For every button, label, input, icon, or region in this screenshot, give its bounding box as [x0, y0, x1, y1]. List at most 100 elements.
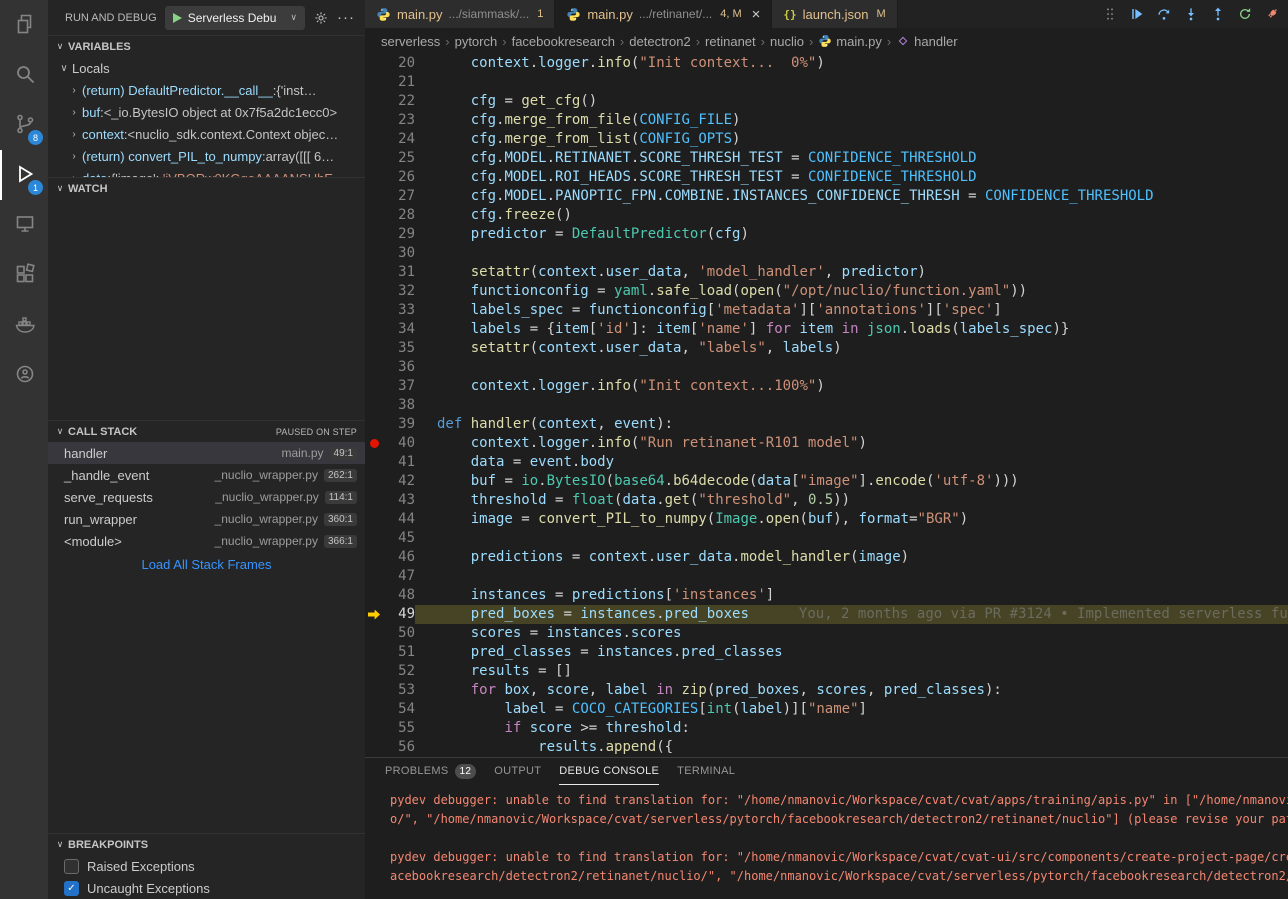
line-content[interactable]: label = COCO_CATEGORIES[int(label)]["nam…: [415, 700, 1288, 719]
tab-main.py[interactable]: main.py.../siammask/...1: [365, 0, 555, 28]
gutter-glyph-margin[interactable]: [365, 73, 383, 92]
gutter-glyph-margin[interactable]: [365, 491, 383, 510]
code-line[interactable]: 37 context.logger.info("Init context...1…: [365, 377, 1288, 396]
gutter-glyph-margin[interactable]: [365, 149, 383, 168]
code-line[interactable]: 32 functionconfig = yaml.safe_load(open(…: [365, 282, 1288, 301]
code-line[interactable]: 46 predictions = context.user_data.model…: [365, 548, 1288, 567]
breadcrumb-item-detectron2[interactable]: detectron2: [629, 34, 690, 49]
code-line[interactable]: 35 setattr(context.user_data, "labels", …: [365, 339, 1288, 358]
line-content[interactable]: instances = predictions['instances']: [415, 586, 1288, 605]
code-line[interactable]: 28 cfg.freeze(): [365, 206, 1288, 225]
tab-launch.json[interactable]: {}launch.jsonM: [772, 0, 897, 28]
activity-docker[interactable]: [0, 300, 48, 350]
stack-frame[interactable]: <module>_nuclio_wrapper.py366:1: [48, 530, 365, 552]
breadcrumb-item-nuclio[interactable]: nuclio: [770, 34, 804, 49]
gutter-glyph-margin[interactable]: [365, 358, 383, 377]
code-line[interactable]: 49 pred_boxes = instances.pred_boxesYou,…: [365, 605, 1288, 624]
activity-search[interactable]: [0, 50, 48, 100]
code-line[interactable]: 55 if score >= threshold:: [365, 719, 1288, 738]
variables-scope-locals[interactable]: ∨Locals: [48, 57, 365, 79]
checkbox[interactable]: ✓: [64, 881, 79, 896]
gutter-glyph-margin[interactable]: [365, 567, 383, 586]
code-line[interactable]: 54 label = COCO_CATEGORIES[int(label)]["…: [365, 700, 1288, 719]
stack-frame[interactable]: serve_requests_nuclio_wrapper.py114:1: [48, 486, 365, 508]
variable-item[interactable]: ›context: <nuclio_sdk.context.Context ob…: [48, 123, 365, 145]
code-line[interactable]: 52 results = []: [365, 662, 1288, 681]
gutter-glyph-margin[interactable]: [365, 92, 383, 111]
activity-source-control[interactable]: 8: [0, 100, 48, 150]
variable-item[interactable]: ›(return) DefaultPredictor.__call__: {'i…: [48, 79, 365, 101]
checkbox[interactable]: [64, 859, 79, 874]
panel-tab-problems[interactable]: PROBLEMS12: [385, 758, 476, 785]
gutter-glyph-margin[interactable]: [365, 377, 383, 396]
panel-tab-debug-console[interactable]: DEBUG CONSOLE: [559, 758, 659, 785]
line-content[interactable]: setattr(context.user_data, 'model_handle…: [415, 263, 1288, 282]
code-line[interactable]: 20 context.logger.info("Init context... …: [365, 54, 1288, 73]
gutter-glyph-margin[interactable]: [365, 510, 383, 529]
line-content[interactable]: threshold = float(data.get("threshold", …: [415, 491, 1288, 510]
drag-handle-icon[interactable]: [1102, 6, 1118, 22]
code-line[interactable]: 29 predictor = DefaultPredictor(cfg): [365, 225, 1288, 244]
step-over-icon[interactable]: [1156, 6, 1172, 22]
code-line[interactable]: 38: [365, 396, 1288, 415]
gutter-glyph-margin[interactable]: [365, 320, 383, 339]
line-content[interactable]: buf = io.BytesIO(base64.b64decode(data["…: [415, 472, 1288, 491]
code-line[interactable]: 30: [365, 244, 1288, 263]
code-line[interactable]: 53 for box, score, label in zip(pred_box…: [365, 681, 1288, 700]
gutter-glyph-margin[interactable]: [365, 434, 383, 453]
load-all-stack-frames-link[interactable]: Load All Stack Frames: [48, 552, 365, 577]
gutter-glyph-margin[interactable]: [365, 168, 383, 187]
line-content[interactable]: results = []: [415, 662, 1288, 681]
line-content[interactable]: context.logger.info("Init context... 0%"…: [415, 54, 1288, 73]
line-content[interactable]: for box, score, label in zip(pred_boxes,…: [415, 681, 1288, 700]
gutter-glyph-margin[interactable]: [365, 244, 383, 263]
tab-main.py[interactable]: main.py.../retinanet/...4, M×: [555, 0, 772, 28]
code-line[interactable]: 36: [365, 358, 1288, 377]
gutter-glyph-margin[interactable]: [365, 681, 383, 700]
line-content[interactable]: data = event.body: [415, 453, 1288, 472]
gutter-glyph-margin[interactable]: [365, 396, 383, 415]
variable-item[interactable]: ›(return) convert_PIL_to_numpy: array([[…: [48, 145, 365, 167]
breakpoints-section-header[interactable]: ∨ BREAKPOINTS: [48, 833, 365, 855]
line-content[interactable]: predictions = context.user_data.model_ha…: [415, 548, 1288, 567]
code-line[interactable]: 43 threshold = float(data.get("threshold…: [365, 491, 1288, 510]
gutter-glyph-margin[interactable]: [365, 282, 383, 301]
line-content[interactable]: pred_boxes = instances.pred_boxesYou, 2 …: [415, 605, 1288, 624]
activity-explorer[interactable]: [0, 0, 48, 50]
activity-live-share[interactable]: [0, 350, 48, 400]
line-content[interactable]: context.logger.info("Run retinanet-R101 …: [415, 434, 1288, 453]
gutter-glyph-margin[interactable]: [365, 719, 383, 738]
code-line[interactable]: 23 cfg.merge_from_file(CONFIG_FILE): [365, 111, 1288, 130]
breadcrumb-item-facebookresearch[interactable]: facebookresearch: [512, 34, 615, 49]
gutter-glyph-margin[interactable]: [365, 586, 383, 605]
activity-remote-explorer[interactable]: [0, 200, 48, 250]
gutter-glyph-margin[interactable]: [365, 187, 383, 206]
code-line[interactable]: 26 cfg.MODEL.ROI_HEADS.SCORE_THRESH_TEST…: [365, 168, 1288, 187]
variables-section-header[interactable]: ∨ VARIABLES: [48, 35, 365, 57]
line-content[interactable]: image = convert_PIL_to_numpy(Image.open(…: [415, 510, 1288, 529]
code-line[interactable]: 56 results.append({: [365, 738, 1288, 757]
breadcrumb-item-serverless[interactable]: serverless: [381, 34, 440, 49]
breadcrumb-item-handler[interactable]: handler: [896, 34, 957, 49]
stack-frame[interactable]: handlermain.py49:1: [48, 442, 365, 464]
gutter-glyph-margin[interactable]: [365, 415, 383, 434]
code-line[interactable]: 34 labels = {item['id']: item['name'] fo…: [365, 320, 1288, 339]
activity-extensions[interactable]: [0, 250, 48, 300]
line-content[interactable]: cfg.merge_from_list(CONFIG_OPTS): [415, 130, 1288, 149]
line-content[interactable]: [415, 358, 1288, 377]
gutter-glyph-margin[interactable]: [365, 130, 383, 149]
gutter-glyph-margin[interactable]: [365, 643, 383, 662]
step-into-icon[interactable]: [1183, 6, 1199, 22]
line-content[interactable]: [415, 567, 1288, 586]
code-line[interactable]: 31 setattr(context.user_data, 'model_han…: [365, 263, 1288, 282]
code-line[interactable]: 45: [365, 529, 1288, 548]
gutter-glyph-margin[interactable]: [365, 738, 383, 757]
code-line[interactable]: 39def handler(context, event):: [365, 415, 1288, 434]
gutter-glyph-margin[interactable]: [365, 206, 383, 225]
line-content[interactable]: if score >= threshold:: [415, 719, 1288, 738]
gutter-glyph-margin[interactable]: [365, 529, 383, 548]
line-content[interactable]: labels = {item['id']: item['name'] for i…: [415, 320, 1288, 339]
gutter-glyph-margin[interactable]: [365, 605, 383, 624]
gutter-glyph-margin[interactable]: [365, 624, 383, 643]
line-content[interactable]: cfg.MODEL.RETINANET.SCORE_THRESH_TEST = …: [415, 149, 1288, 168]
